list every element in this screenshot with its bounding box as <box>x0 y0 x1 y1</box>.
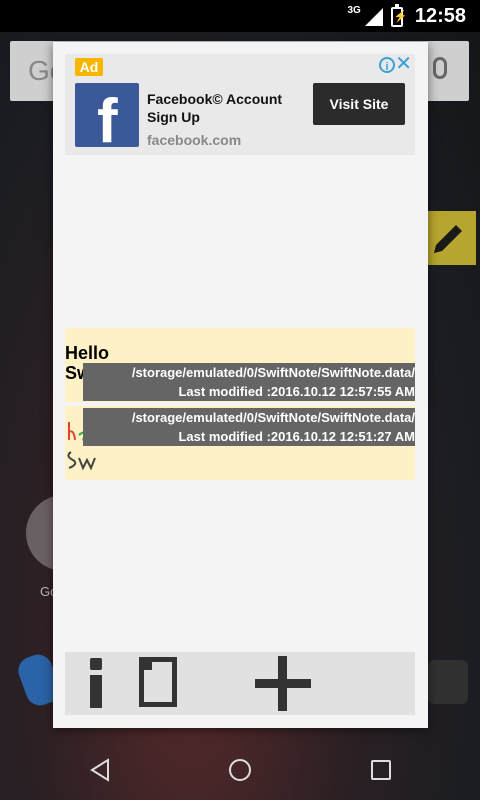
recent-apps-icon[interactable] <box>371 760 391 780</box>
mic-icon[interactable] <box>433 57 447 79</box>
ad-domain: facebook.com <box>147 132 242 148</box>
note-meta: /storage/emulated/0/SwiftNote/SwiftNote.… <box>83 363 415 401</box>
note-meta: /storage/emulated/0/SwiftNote/SwiftNote.… <box>83 408 415 446</box>
plus-icon[interactable] <box>255 652 311 715</box>
note-modified: Last modified :2016.10.12 12:57:55 AM <box>178 384 415 399</box>
status-time: 12:58 <box>414 5 466 27</box>
home-icon[interactable] <box>229 759 251 781</box>
moon-icon[interactable] <box>200 652 230 715</box>
note-path: /storage/emulated/0/SwiftNote/SwiftNote.… <box>131 410 415 425</box>
signal-icon <box>364 7 383 26</box>
swiftnote-window: Ad i ✕ f Facebook© Account Sign Up faceb… <box>53 42 428 728</box>
note-item[interactable]: /storage/emulated/0/SwiftNote/SwiftNote.… <box>65 406 415 480</box>
back-icon[interactable] <box>88 758 112 782</box>
note-path: /storage/emulated/0/SwiftNote/SwiftNote.… <box>131 365 415 380</box>
ad-banner[interactable]: Ad i ✕ f Facebook© Account Sign Up faceb… <box>65 54 415 155</box>
page-icon[interactable] <box>137 652 181 715</box>
info-icon[interactable] <box>83 652 109 715</box>
ad-title[interactable]: Facebook© Account Sign Up <box>147 90 297 126</box>
camera-icon[interactable] <box>428 660 468 704</box>
pencil-icon <box>434 225 462 253</box>
facebook-logo: f <box>75 83 139 147</box>
network-type: 3G <box>347 5 361 16</box>
battery-icon: ⚡ <box>390 3 408 27</box>
note-item[interactable]: Hello Swiftnote /storage/emulated/0/Swif… <box>65 328 415 402</box>
bottom-toolbar <box>65 652 415 715</box>
ad-badge: Ad <box>75 58 103 76</box>
ad-info-icon[interactable]: i <box>379 57 395 73</box>
visit-site-button[interactable]: Visit Site <box>313 83 405 125</box>
edit-note-tab[interactable] <box>420 211 476 265</box>
ad-close-icon[interactable]: ✕ <box>395 54 412 74</box>
note-modified: Last modified :2016.10.12 12:51:27 AM <box>178 429 415 444</box>
status-icons: 3G ⚡ 12:58 <box>347 3 466 28</box>
status-bar: 3G ⚡ 12:58 <box>0 0 480 32</box>
